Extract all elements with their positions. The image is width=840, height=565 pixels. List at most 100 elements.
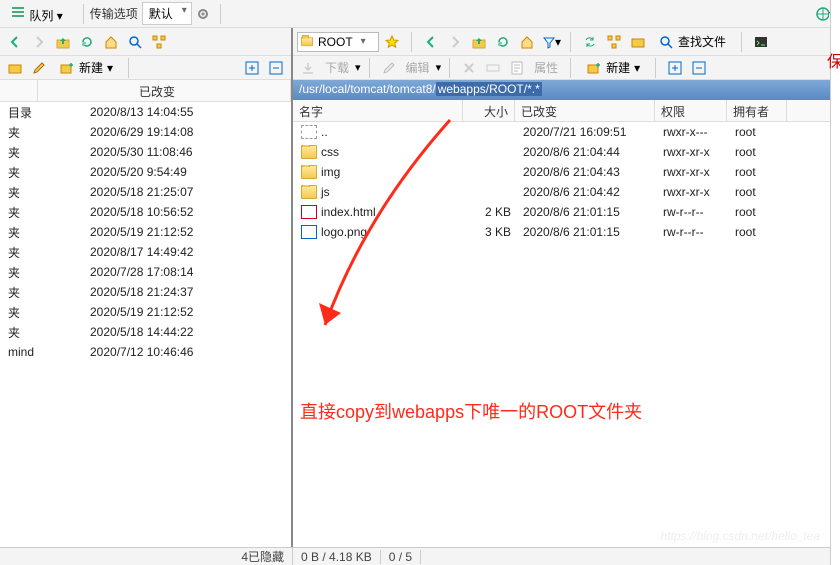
remote-file-list[interactable]: ..2020/7/21 16:09:51rwxr-x---rootcss2020… (293, 122, 840, 547)
local-toolbar (0, 28, 291, 56)
transfer-settings-button[interactable] (192, 3, 214, 25)
home-button[interactable] (100, 31, 122, 53)
list-item[interactable]: js2020/8/6 21:04:42rwxr-xr-xroot (293, 182, 840, 202)
remote-open-button[interactable] (627, 31, 649, 53)
terminal-button[interactable] (750, 31, 772, 53)
home-button[interactable] (516, 31, 538, 53)
nav-fwd-button[interactable] (444, 31, 466, 53)
refresh-button[interactable] (76, 31, 98, 53)
transfer-label: 传输选项 (90, 5, 138, 22)
queue-button[interactable]: 队列 ▾ (4, 2, 69, 26)
sync-icon (582, 34, 598, 50)
list-item[interactable]: img2020/8/6 21:04:43rwxr-xr-xroot (293, 162, 840, 182)
list-item[interactable]: css2020/8/6 21:04:44rwxr-xr-xroot (293, 142, 840, 162)
col-name[interactable]: 名字 (293, 100, 463, 121)
props-label: 属性 (530, 59, 562, 76)
new-label: 新建 (79, 59, 103, 76)
arrow-left-icon (423, 34, 439, 50)
list-item[interactable]: 夹2020/5/20 9:54:49 (0, 162, 291, 182)
list-item[interactable]: logo.png3 KB2020/8/6 21:01:15rw-r--r--ro… (293, 222, 840, 242)
refresh-button[interactable] (492, 31, 514, 53)
path-highlight: webapps/ROOT/*.* (436, 82, 542, 96)
background-page-crop: 保 (830, 0, 840, 565)
terminal-icon (753, 34, 769, 50)
nav-back-button[interactable] (420, 31, 442, 53)
status-hidden: 4已隐藏 (0, 548, 293, 565)
bookmark-button[interactable] (381, 31, 403, 53)
list-item[interactable]: 夹2020/5/18 21:24:37 (0, 282, 291, 302)
properties-icon (509, 60, 525, 76)
gear-icon (195, 6, 211, 22)
separator (220, 4, 221, 24)
minus-box-icon (691, 60, 707, 76)
list-item[interactable]: 夹2020/5/30 11:08:46 (0, 142, 291, 162)
nav-up-button[interactable] (468, 31, 490, 53)
address-combo[interactable]: ROOT ▾ (297, 32, 379, 52)
collapse-button[interactable] (688, 57, 710, 79)
list-item[interactable]: 夹2020/6/29 19:14:08 (0, 122, 291, 142)
folder-open-icon (630, 34, 646, 50)
search-icon (658, 34, 674, 50)
find-files-button[interactable]: 查找文件 (651, 31, 733, 53)
list-item[interactable]: 夹2020/5/18 10:56:52 (0, 202, 291, 222)
list-item[interactable]: 夹2020/5/19 21:12:52 (0, 302, 291, 322)
new-button[interactable]: 新建 ▾ (52, 57, 120, 79)
minus-box-icon (268, 60, 284, 76)
col-perm[interactable]: 权限 (655, 100, 727, 121)
list-item[interactable]: index.html2 KB2020/8/6 21:01:15rw-r--r--… (293, 202, 840, 222)
col-owner[interactable]: 拥有者 (727, 100, 787, 121)
open-button[interactable] (4, 57, 26, 79)
col-name[interactable] (0, 80, 38, 101)
list-item[interactable]: 夹2020/8/17 14:49:42 (0, 242, 291, 262)
nav-fwd-button[interactable] (28, 31, 50, 53)
remote-path-bar[interactable]: /usr/local/tomcat/tomcat8/webapps/ROOT/*… (293, 80, 840, 100)
download-button[interactable] (297, 57, 319, 79)
crop-text: 保 (827, 48, 840, 72)
props-button[interactable] (506, 57, 528, 79)
tree-button[interactable] (148, 31, 170, 53)
list-item[interactable]: 目录2020/8/13 14:04:55 (0, 102, 291, 122)
col-changed[interactable]: 已改变 (515, 100, 655, 121)
folder-open-icon (7, 60, 23, 76)
expand-button[interactable] (664, 57, 686, 79)
local-file-list[interactable]: 目录2020/8/13 14:04:55夹2020/6/29 19:14:08夹… (0, 102, 291, 547)
tree-button[interactable] (603, 31, 625, 53)
new-button[interactable]: 新建 ▾ (579, 57, 647, 79)
separator (369, 58, 370, 78)
arrow-right-icon (31, 34, 47, 50)
plus-box-icon (244, 60, 260, 76)
folder-icon (301, 37, 313, 46)
folder-up-icon (471, 34, 487, 50)
refresh-icon (79, 34, 95, 50)
edit-button[interactable] (378, 57, 400, 79)
list-item[interactable]: 夹2020/7/28 17:08:14 (0, 262, 291, 282)
filter-button[interactable]: ▾ (540, 31, 562, 53)
col-size[interactable]: 大小 (463, 100, 515, 121)
filter-icon (541, 34, 555, 50)
transfer-dropdown[interactable]: 默认 (142, 2, 192, 25)
edit-button[interactable] (28, 57, 50, 79)
nav-up-button[interactable] (52, 31, 74, 53)
separator (570, 32, 571, 52)
address-text: ROOT (318, 35, 353, 49)
refresh-icon (495, 34, 511, 50)
sync-button[interactable] (579, 31, 601, 53)
home-icon (103, 34, 119, 50)
rename-button[interactable] (482, 57, 504, 79)
folder-up-icon (55, 34, 71, 50)
new-label: 新建 (606, 59, 630, 76)
expand-button[interactable] (241, 57, 263, 79)
delete-button[interactable] (458, 57, 480, 79)
nav-back-button[interactable] (4, 31, 26, 53)
list-item[interactable]: ..2020/7/21 16:09:51rwxr-x---root (293, 122, 840, 142)
separator (741, 32, 742, 52)
list-item[interactable]: mind2020/7/12 10:46:46 (0, 342, 291, 362)
transfer-value: 默认 (149, 7, 173, 21)
separator (655, 58, 656, 78)
col-changed[interactable]: 已改变 (38, 80, 291, 101)
list-item[interactable]: 夹2020/5/18 21:25:07 (0, 182, 291, 202)
list-item[interactable]: 夹2020/5/19 21:12:52 (0, 222, 291, 242)
find-button[interactable] (124, 31, 146, 53)
collapse-button[interactable] (265, 57, 287, 79)
list-item[interactable]: 夹2020/5/18 14:44:22 (0, 322, 291, 342)
